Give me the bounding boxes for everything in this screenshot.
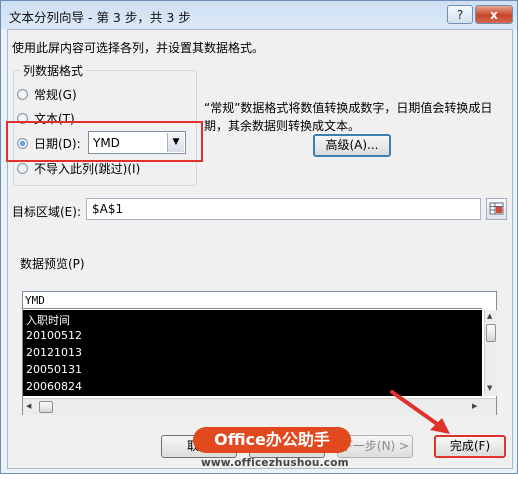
range-picker-icon: [489, 202, 504, 215]
scroll-down-icon[interactable]: ▼: [487, 384, 492, 392]
destination-input[interactable]: $A$1: [86, 198, 481, 220]
radio-general[interactable]: 常规(G): [17, 85, 77, 103]
range-picker-button[interactable]: [486, 198, 507, 220]
preview-body[interactable]: 入职时间 20100512 20121013 20050131 20060824: [23, 310, 482, 396]
destination-value: $A$1: [92, 202, 124, 216]
watermark-url: www.officezhushou.com: [201, 457, 349, 469]
highlight-box-date: [6, 121, 203, 162]
scroll-up-icon[interactable]: ▲: [487, 312, 492, 320]
radio-general-circle[interactable]: [17, 88, 28, 100]
watermark-logo: Office办公助手: [193, 427, 351, 453]
preview-row: 20060824: [26, 380, 82, 393]
radio-general-label: 常规(G): [34, 87, 77, 102]
vertical-scroll-thumb[interactable]: [486, 324, 496, 342]
radio-skip-label: 不导入此列(跳过)(I): [34, 161, 141, 176]
dialog-content: 使用此屏内容可选择各列，并设置其数据格式。 列数据格式 常规(G) 文本(T) …: [6, 29, 513, 469]
column-format-title: 列数据格式: [20, 62, 87, 79]
preview-column-header[interactable]: YMD: [23, 292, 482, 309]
close-button[interactable]: x: [475, 5, 513, 24]
watermark: Office办公助手 www.officezhushou.com: [193, 427, 355, 479]
scroll-left-icon[interactable]: ◀: [26, 402, 31, 410]
scroll-right-icon[interactable]: ▶: [472, 402, 477, 410]
preview-label: 数据预览(P): [20, 257, 85, 271]
pointer-arrow-icon: [390, 390, 450, 434]
horizontal-scroll-thumb[interactable]: [39, 401, 53, 413]
title-bar: 文本分列向导 - 第 3 步，共 3 步 ? x: [1, 1, 517, 29]
instruction-text: 使用此屏内容可选择各列，并设置其数据格式。: [12, 41, 265, 55]
format-note: “常规”数据格式将数值转换成数字，日期值会转换成日期，其余数据则转换成文本。: [204, 101, 493, 133]
advanced-button[interactable]: 高级(A)...: [313, 134, 391, 157]
preview-row: 20050131: [26, 363, 82, 376]
help-button[interactable]: ?: [447, 5, 473, 24]
text-to-columns-dialog: 文本分列向导 - 第 3 步，共 3 步 ? x 使用此屏内容可选择各列，并设置…: [0, 0, 518, 474]
preview-row: 20121013: [26, 346, 82, 359]
vertical-scrollbar[interactable]: ▲ ▼: [484, 310, 497, 396]
preview-row: 20100512: [26, 329, 82, 342]
radio-skip-circle[interactable]: [17, 162, 28, 174]
window-title: 文本分列向导 - 第 3 步，共 3 步: [9, 10, 191, 25]
preview-row: 入职时间: [26, 314, 70, 327]
destination-label: 目标区域(E):: [12, 205, 81, 219]
